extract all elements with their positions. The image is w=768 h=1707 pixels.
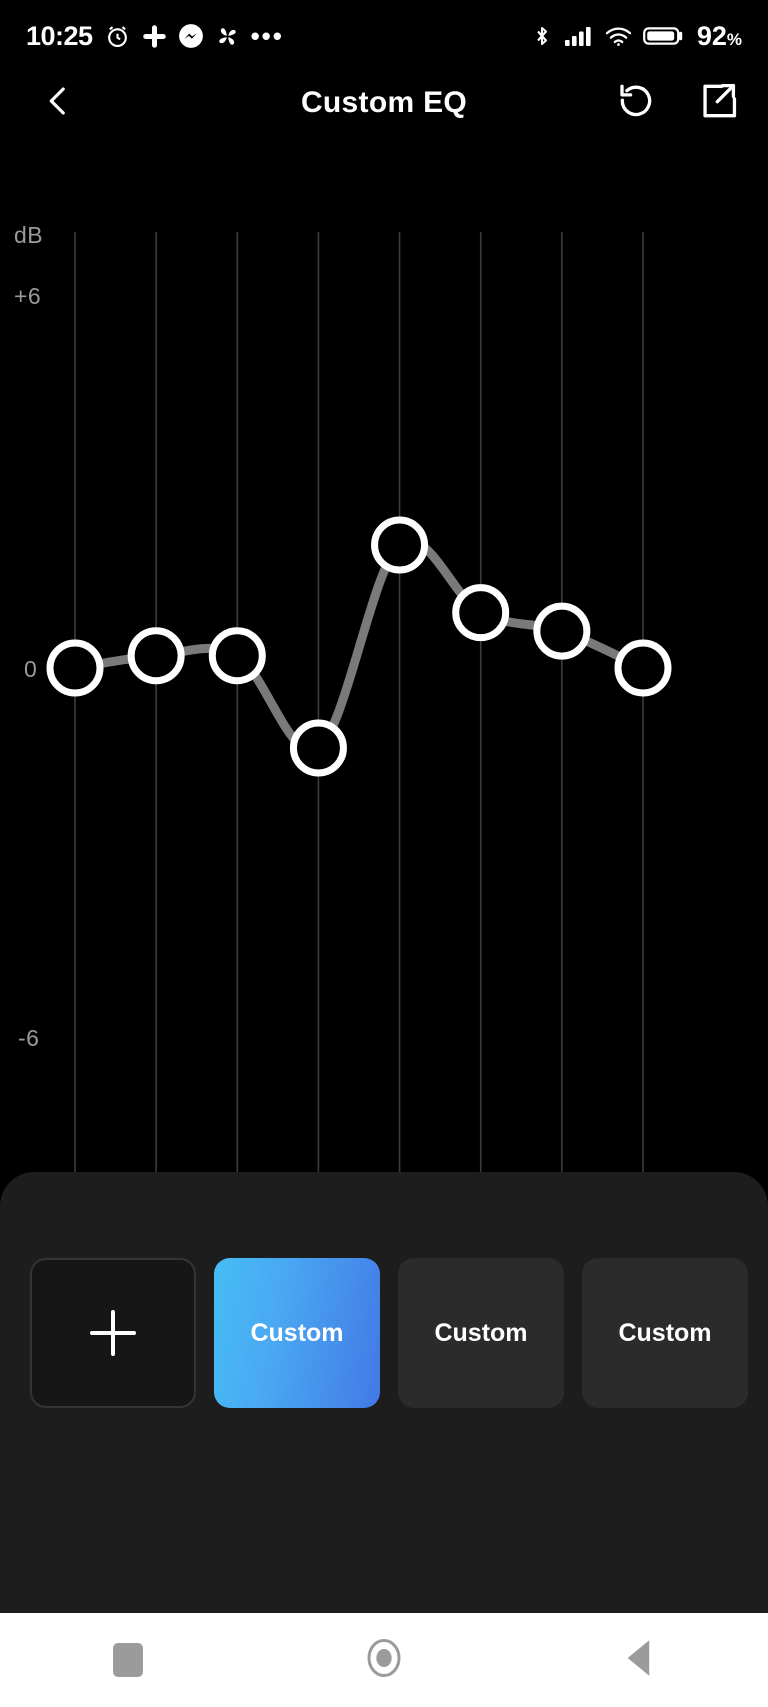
eq-band-node-6.4k[interactable] (533, 602, 591, 660)
status-bar: 10:25 ••• 92% (0, 0, 768, 72)
phone-screen: 10:25 ••• 92% Custom EQ dB +6 0 -6 Custo… (0, 0, 768, 1707)
square-icon (113, 1643, 143, 1677)
preset-label: Custom (618, 1318, 712, 1347)
preset-tile-custom-2[interactable]: Custom (398, 1258, 564, 1408)
circle-home-icon (364, 1635, 404, 1686)
battery-percent-value: 92 (696, 20, 727, 51)
y-tick-zero: 0 (24, 656, 38, 682)
app-bar: Custom EQ (0, 64, 768, 142)
reset-button[interactable] (608, 75, 664, 131)
overflow-dots-icon: ••• (250, 21, 284, 51)
reset-rotate-icon (615, 80, 657, 127)
y-tick-minus6: -6 (18, 1025, 40, 1051)
nav-back-button[interactable] (580, 1613, 700, 1707)
eq-curve-svg[interactable] (0, 190, 768, 1200)
slack-icon (142, 24, 167, 49)
eq-band-node-100[interactable] (46, 639, 104, 697)
pinwheel-icon (215, 24, 240, 49)
battery-icon (642, 24, 685, 48)
share-button[interactable] (690, 75, 746, 131)
eq-graph[interactable]: dB +6 0 -6 1002004008001.6k3.2k6.4k12.8k… (0, 190, 768, 1324)
preset-panel: Custom Custom Custom (0, 1172, 768, 1613)
eq-band-node-12.8kHz[interactable] (614, 639, 672, 697)
add-preset-button[interactable] (30, 1258, 196, 1408)
eq-gridlines (74, 232, 644, 1190)
eq-band-node-200[interactable] (127, 627, 185, 685)
bluetooth-icon (530, 23, 554, 49)
messenger-icon (178, 23, 204, 49)
alarm-icon (104, 23, 131, 50)
preset-label: Custom (250, 1318, 344, 1347)
nav-recents-button[interactable] (68, 1613, 188, 1707)
eq-band-node-1.6k[interactable] (371, 516, 429, 574)
preset-label: Custom (434, 1318, 528, 1347)
nav-home-button[interactable] (324, 1613, 444, 1707)
percent-symbol: % (726, 29, 742, 49)
preset-tiles: Custom Custom Custom (30, 1258, 748, 1408)
y-axis-unit-label: dB (14, 222, 44, 248)
preset-tile-custom-1[interactable]: Custom (214, 1258, 380, 1408)
plus-icon (90, 1310, 136, 1356)
y-tick-plus6: +6 (14, 283, 42, 309)
system-nav-bar (0, 1613, 768, 1707)
status-bar-left: 10:25 ••• (26, 21, 284, 52)
cellular-signal-icon (564, 24, 594, 48)
triangle-back-icon (623, 1638, 657, 1683)
status-time: 10:25 (26, 20, 93, 51)
status-bar-right: 92% (530, 21, 742, 52)
eq-band-node-400[interactable] (208, 627, 266, 685)
eq-band-node-800[interactable] (289, 719, 347, 777)
eq-band-node-3.2k[interactable] (452, 584, 510, 642)
battery-percent: 92% (697, 21, 742, 52)
wifi-icon (604, 24, 633, 48)
share-export-icon (697, 80, 739, 127)
preset-tile-custom-3[interactable]: Custom (582, 1258, 748, 1408)
